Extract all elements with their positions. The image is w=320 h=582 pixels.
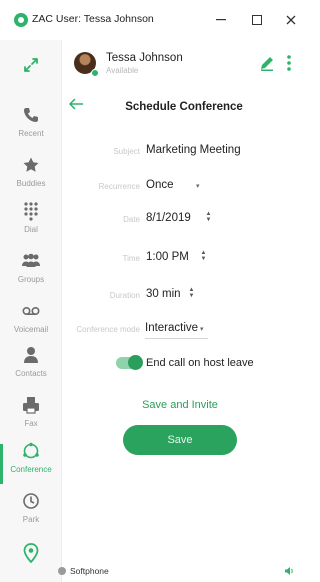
sidebar-item-label: Contacts (15, 369, 47, 378)
user-header: Tessa Johnson Available (62, 40, 302, 88)
close-button[interactable] (278, 8, 304, 32)
duration-label: Duration (109, 291, 140, 300)
back-arrow-icon[interactable] (66, 96, 86, 112)
toggle-knob[interactable] (128, 355, 143, 370)
softphone-label: Softphone (70, 566, 109, 576)
chevron-down-icon[interactable]: ▾ (196, 182, 200, 190)
presence-icon (91, 69, 99, 77)
star-icon (20, 154, 42, 176)
subject-input[interactable]: Marketing Meeting (146, 144, 241, 156)
page-title: Schedule Conference (125, 101, 243, 113)
subject-label: Subject (113, 147, 140, 156)
conference-mode-label: Conference mode (76, 325, 140, 334)
softphone-icon (58, 567, 66, 575)
minimize-button[interactable] (208, 8, 234, 32)
sidebar-item-label: Buddies (16, 179, 46, 188)
voicemail-icon (20, 300, 42, 322)
contact-icon (20, 344, 42, 366)
sidebar-item-label: Recent (18, 129, 44, 138)
chevron-down-icon[interactable]: ▾ (200, 325, 204, 333)
conference-icon (20, 440, 42, 462)
sidebar-item-label: Conference (10, 465, 52, 474)
sidebar-item-location[interactable] (0, 542, 62, 582)
sidebar-item-conference[interactable]: Conference (0, 440, 62, 492)
user-name: Tessa Johnson (106, 52, 183, 64)
sidebar-item-label: Dial (24, 225, 38, 234)
save-and-invite-link[interactable]: Save and Invite (124, 399, 236, 411)
conference-mode-select[interactable]: Interactive (145, 322, 198, 334)
sidebar-item-recent[interactable]: Recent (0, 104, 62, 156)
sidebar-item-dial[interactable]: Dial (0, 200, 62, 252)
app-logo-icon (14, 13, 28, 27)
sidebar-item-label: Park (22, 515, 40, 524)
close-icon (286, 15, 296, 25)
edit-icon[interactable] (258, 54, 276, 72)
volume-icon[interactable] (284, 566, 294, 576)
window-title: ZAC User: Tessa Johnson (32, 13, 154, 25)
end-on-host-leave-label: End call on host leave (146, 357, 254, 369)
time-spinner-icon[interactable]: ▲ ▼ (200, 250, 207, 262)
sidebar-item-groups[interactable]: Groups (0, 250, 62, 302)
sidebar: Recent Buddies Dial Groups Voicemail Con… (0, 40, 62, 582)
recurrence-select[interactable]: Once (146, 179, 174, 191)
minimize-icon (216, 19, 226, 21)
phone-icon (20, 104, 42, 126)
sidebar-item-buddies[interactable]: Buddies (0, 154, 62, 206)
sidebar-item-contacts[interactable]: Contacts (0, 344, 62, 396)
save-button[interactable]: Save (123, 425, 237, 455)
date-spinner-icon[interactable]: ▲ ▼ (205, 211, 212, 223)
title-bar: ZAC User: Tessa Johnson (0, 0, 302, 40)
date-input[interactable]: 8/1/2019 (146, 212, 191, 224)
sidebar-item-label: Groups (17, 275, 45, 284)
maximize-icon (252, 15, 262, 25)
park-icon (20, 490, 42, 512)
maximize-button[interactable] (244, 8, 270, 32)
softphone-indicator[interactable]: Softphone (58, 566, 109, 576)
user-status[interactable]: Available (106, 66, 138, 75)
sidebar-item-label: Fax (24, 419, 38, 428)
sidebar-item-fax[interactable]: Fax (0, 394, 62, 446)
divider (145, 338, 208, 339)
time-label: Time (122, 254, 140, 263)
date-label: Date (123, 215, 140, 224)
more-options-icon[interactable] (286, 54, 292, 72)
sidebar-item-park[interactable]: Park (0, 490, 62, 542)
duration-spinner-icon[interactable]: ▲ ▼ (188, 287, 195, 299)
groups-icon (20, 250, 42, 272)
location-icon (20, 542, 42, 564)
expand-icon[interactable] (22, 56, 40, 74)
duration-input[interactable]: 30 min (146, 288, 181, 300)
dialpad-icon (20, 200, 42, 222)
recurrence-label: Recurrence (98, 182, 140, 191)
sidebar-item-label: Voicemail (13, 325, 49, 334)
fax-icon (20, 394, 42, 416)
time-input[interactable]: 1:00 PM (146, 251, 189, 263)
